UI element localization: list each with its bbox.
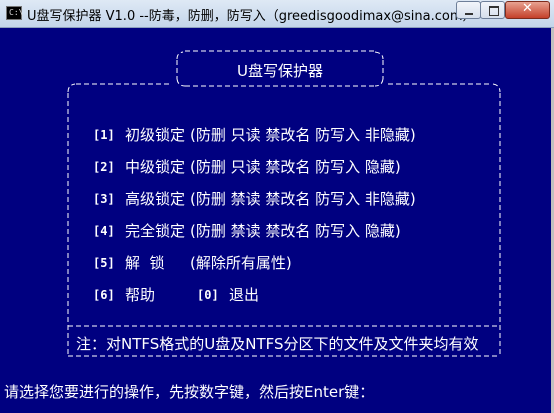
- menu-item-full-lock: 完全锁定: [125, 222, 186, 240]
- menu-key-1: [1]: [93, 128, 115, 142]
- menu-item-full-lock-attrs: (防删 禁读 禁改名 防写入 隐藏): [190, 222, 401, 240]
- menu-item-high-lock: 高级锁定: [125, 190, 186, 208]
- menu-item-unlock-attrs: (解除所有属性): [190, 254, 292, 272]
- input-prompt[interactable]: 请选择您要进行的操作，先按数字键，然后按Enter键：: [4, 381, 374, 402]
- menu-item-unlock: 解 锁: [125, 254, 165, 272]
- menu-item-help: 帮助: [125, 286, 156, 304]
- menu-item-basic-lock-attrs: (防删 只读 禁改名 防写入 非隐藏): [190, 126, 416, 144]
- menu-key-6: [6]: [93, 288, 115, 302]
- menu-item-mid-lock: 中级锁定: [125, 158, 186, 176]
- menu-item-high-lock-attrs: (防删 禁读 禁改名 防写入 非隐藏): [190, 190, 416, 208]
- menu-item-mid-lock-attrs: (防删 只读 禁改名 防写入 隐藏): [190, 158, 401, 176]
- menu-key-4: [4]: [93, 224, 115, 238]
- console-window: C:\ U盘写保护器 V1.0 --防毒，防删，防写入（greedisgoodi…: [0, 0, 554, 413]
- header-title: U盘写保护器: [237, 62, 323, 80]
- menu-key-2: [2]: [93, 160, 115, 174]
- menu-item-exit: 退出: [229, 286, 260, 304]
- ntfs-note: 注：对NTFS格式的U盘及NTFS分区下的文件及文件夹均有效: [76, 335, 479, 353]
- menu-item-basic-lock: 初级锁定: [125, 126, 186, 144]
- menu-key-5: [5]: [93, 256, 115, 270]
- menu-key-0: [0]: [197, 288, 219, 302]
- menu-key-3: [3]: [93, 192, 115, 206]
